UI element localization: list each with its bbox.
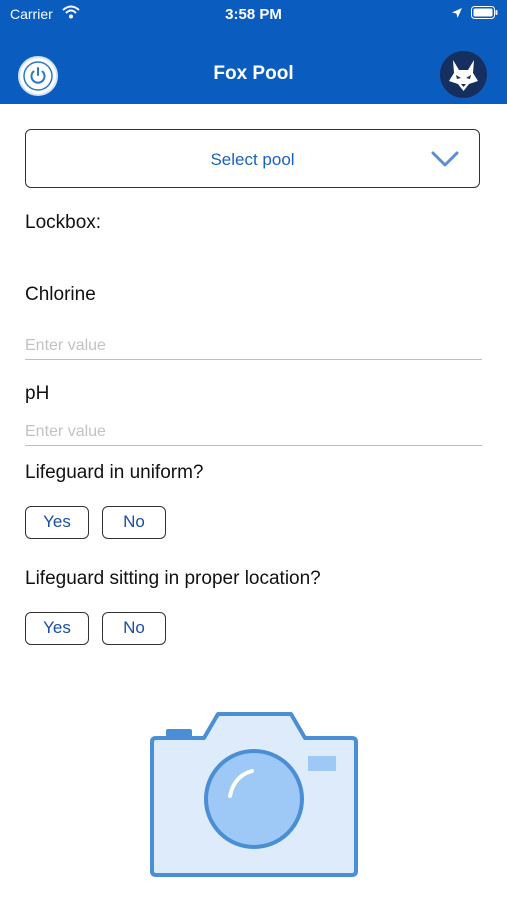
camera-icon (150, 712, 358, 877)
location-yes-button[interactable]: Yes (25, 612, 89, 645)
app-header: Carrier 3:58 PM Fox Pool (0, 0, 507, 104)
page-title: Fox Pool (213, 63, 294, 84)
pool-select-label: Select pool (210, 150, 295, 169)
uniform-yes-button[interactable]: Yes (25, 506, 89, 539)
location-no-button[interactable]: No (102, 612, 166, 645)
battery-icon (471, 6, 498, 19)
chlorine-input[interactable] (25, 332, 482, 360)
ph-input[interactable] (25, 418, 482, 446)
chevron-down-icon (431, 151, 459, 167)
location-question: Lifeguard sitting in proper location? (25, 568, 321, 589)
uniform-no-button[interactable]: No (102, 506, 166, 539)
fox-logo-icon (440, 51, 487, 98)
ph-label: pH (25, 383, 50, 404)
camera-button[interactable] (148, 711, 360, 879)
fox-logo (440, 51, 487, 98)
uniform-question: Lifeguard in uniform? (25, 462, 204, 483)
location-arrow-icon (452, 8, 462, 18)
status-time: 3:58 PM (225, 6, 282, 23)
status-bar: Carrier 3:58 PM (0, 0, 507, 30)
pool-select-dropdown[interactable]: Select pool (25, 129, 480, 188)
lockbox-label: Lockbox: (25, 212, 102, 233)
chlorine-label: Chlorine (25, 284, 96, 305)
